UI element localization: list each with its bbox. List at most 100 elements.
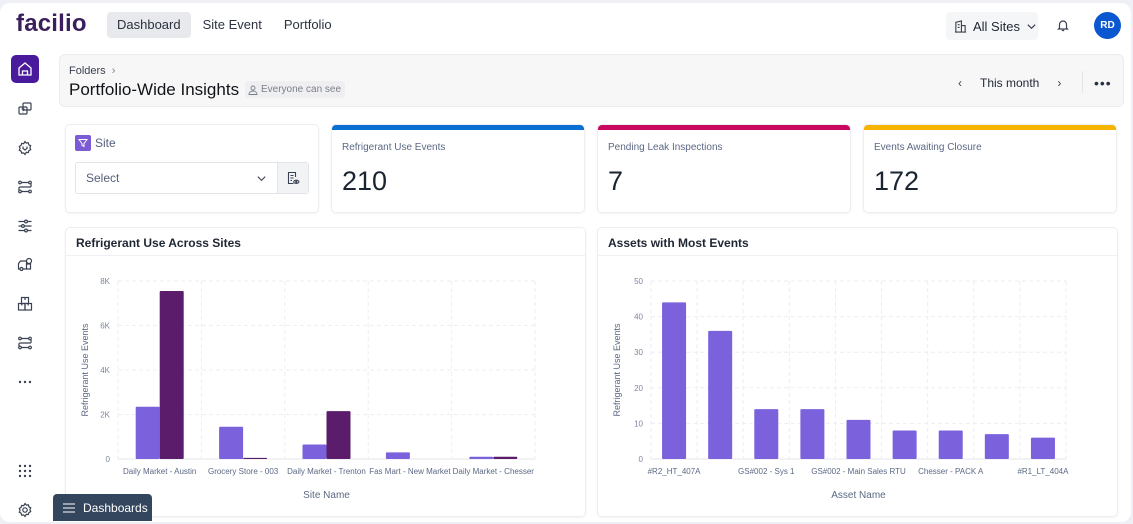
site-selector[interactable]: All Sites — [946, 12, 1038, 40]
kpi-label: Refrigerant Use Events — [342, 142, 446, 153]
x-tick-label: Daily Market - Trenton — [287, 467, 366, 476]
visibility-badge: Everyone can see — [245, 81, 346, 98]
settings-icon — [18, 502, 32, 518]
prev-period-icon[interactable]: ‹ — [958, 76, 962, 90]
breadcrumb-folders[interactable]: Folders — [69, 65, 106, 77]
y-tick-label: 30 — [634, 348, 643, 357]
period-label[interactable]: This month — [980, 76, 1039, 90]
kpi-accent-bar — [864, 125, 1116, 130]
kpi-card-pending-leak[interactable]: Pending Leak Inspections 7 — [598, 125, 850, 212]
service-request-icon — [18, 102, 32, 115]
site-filter-dropdown[interactable]: Select — [76, 163, 277, 193]
dashboard-header: Folders › Portfolio-Wide Insights Everyo… — [59, 54, 1124, 107]
sidebar-item-workflows[interactable] — [11, 173, 39, 201]
period-selector: ‹ This month › — [958, 76, 1061, 90]
more-options-button[interactable]: ••• — [1094, 75, 1112, 91]
bar-series-1 — [469, 456, 494, 459]
maintenance-gear-icon — [18, 140, 32, 156]
header-divider — [1082, 71, 1083, 93]
kpi-value: 7 — [608, 166, 624, 196]
y-tick-label: 0 — [106, 455, 111, 464]
bar-series-1 — [135, 406, 160, 459]
user-avatar[interactable]: RD — [1094, 12, 1121, 39]
bar-events — [800, 409, 825, 459]
x-tick-label: Daily Market - Chesser — [453, 467, 535, 476]
chart-card-assets-events: Assets with Most Events 0 10 20 30 40 50 #R2_H… — [598, 228, 1117, 516]
y-axis-title: Refrigerant Use Events — [80, 323, 90, 417]
x-tick-label: Grocery Store - 003 — [208, 467, 279, 476]
notification-bell-icon[interactable] — [1056, 18, 1070, 32]
home-icon — [18, 62, 32, 76]
building-icon — [954, 19, 967, 33]
site-filter-select: Select — [75, 162, 309, 194]
nav-portfolio[interactable]: Portfolio — [274, 12, 342, 38]
kpi-card-awaiting-closure[interactable]: Events Awaiting Closure 172 — [864, 125, 1116, 212]
bar-series-2 — [326, 411, 351, 459]
x-tick-label: GS#002 - Sys 1 — [738, 467, 795, 476]
y-tick-label: 8K — [100, 277, 110, 286]
view-selection-button[interactable] — [277, 163, 308, 193]
kpi-accent-bar — [332, 125, 584, 130]
sidebar-item-service-requests[interactable] — [11, 95, 39, 123]
document-view-icon — [287, 171, 300, 185]
inventory-boxes-icon — [17, 296, 33, 311]
more-icon — [18, 380, 32, 384]
x-axis-title: Site Name — [303, 490, 350, 501]
nav-dashboard[interactable]: Dashboard — [107, 12, 191, 38]
bar-series-2 — [493, 456, 518, 459]
sidebar-item-apps[interactable] — [11, 457, 39, 485]
kpi-label: Events Awaiting Closure — [874, 142, 982, 153]
sidebar-item-inventory[interactable] — [11, 290, 39, 318]
x-axis-title: Asset Name — [831, 490, 886, 501]
y-tick-label: 0 — [639, 455, 644, 464]
sidebar-item-settings[interactable] — [11, 496, 39, 522]
chevron-down-icon — [1027, 23, 1036, 29]
app-window: facilio Dashboard Site Event Portfolio A… — [0, 3, 1131, 522]
sidebar-item-home[interactable] — [11, 55, 39, 83]
bar-events — [708, 330, 733, 459]
main-nav: Dashboard Site Event Portfolio — [107, 12, 342, 38]
bar-series-2 — [243, 457, 268, 459]
nav-site-event[interactable]: Site Event — [193, 12, 272, 38]
automation-icon — [18, 336, 32, 350]
y-tick-label: 6K — [100, 322, 110, 331]
y-tick-label: 2K — [100, 411, 110, 420]
assets-events-chart: 0 10 20 30 40 50 #R2_HT_407A GS#002 - Sys 1 GS#0… — [612, 277, 1069, 501]
next-period-icon[interactable]: › — [1057, 76, 1061, 90]
sidebar-item-controls[interactable] — [11, 212, 39, 240]
apps-grid-icon — [18, 464, 32, 478]
sidebar-item-automation[interactable] — [11, 329, 39, 357]
x-tick-label: GS#002 - Main Sales RTU — [811, 467, 906, 476]
facilio-logo[interactable]: facilio — [16, 10, 87, 38]
sidebar — [0, 47, 50, 522]
y-tick-label: 4K — [100, 366, 110, 375]
hamburger-icon — [63, 502, 75, 513]
sliders-icon — [18, 219, 32, 233]
kpi-card-refrigerant-use[interactable]: Refrigerant Use Events 210 — [332, 125, 584, 212]
sidebar-item-maintenance[interactable] — [11, 134, 39, 162]
page-title: Portfolio-Wide Insights — [69, 80, 240, 99]
x-tick-label: Fas Mart - New Market — [369, 467, 451, 476]
filter-icon — [75, 135, 91, 151]
bar-events — [662, 302, 687, 459]
site-selector-label: All Sites — [973, 18, 1020, 34]
vendor-truck-icon — [17, 257, 33, 272]
chevron-down-icon — [257, 175, 266, 181]
y-tick-label: 10 — [634, 419, 643, 428]
y-tick-label: 40 — [634, 313, 643, 322]
site-filter-card: Site Select — [66, 125, 318, 212]
y-tick-label: 50 — [634, 277, 643, 286]
bar-events — [846, 419, 871, 459]
bar-events — [754, 409, 779, 459]
y-tick-label: 20 — [634, 384, 643, 393]
bar-events — [984, 434, 1009, 459]
user-icon — [248, 85, 258, 95]
dashboards-menu-button[interactable]: Dashboards — [53, 494, 152, 521]
x-tick-label: Chesser - PACK A — [918, 467, 984, 476]
refrigerant-sites-chart: 0 2K 4K 6K 8K Daily Market - Austin Grocery St… — [80, 277, 536, 501]
kpi-value: 210 — [342, 166, 388, 196]
bar-series-1 — [302, 444, 327, 459]
sidebar-item-more[interactable] — [11, 368, 39, 396]
sidebar-item-vendors[interactable] — [11, 251, 39, 279]
bar-series-1 — [219, 426, 244, 459]
